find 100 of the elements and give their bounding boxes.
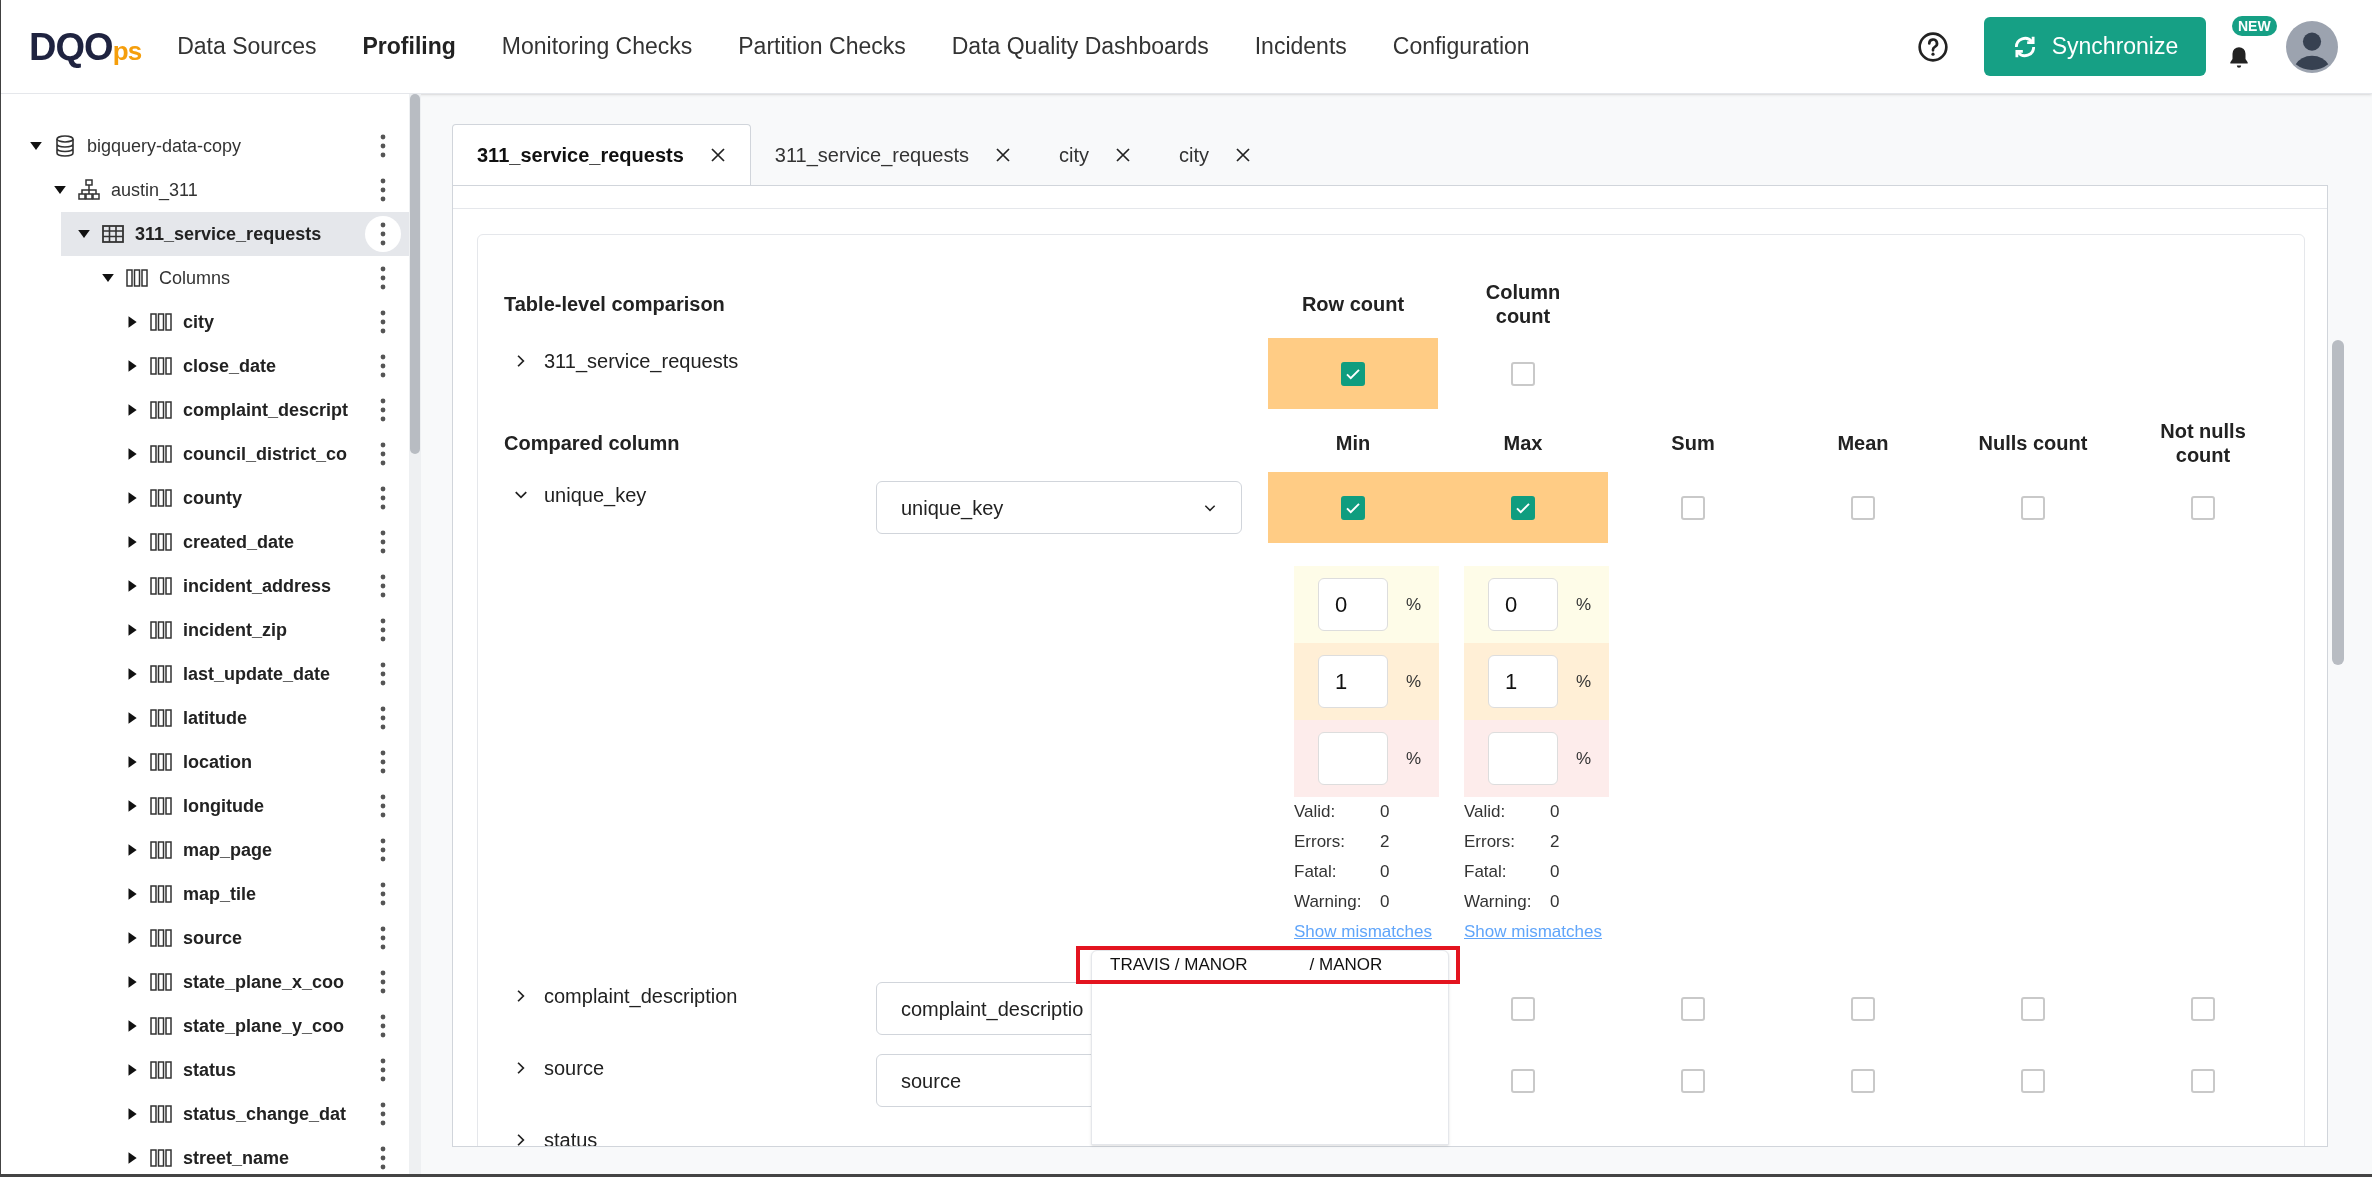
tree-item-label[interactable]: map_tile bbox=[183, 880, 257, 908]
table-grid-icon bbox=[101, 222, 125, 246]
nav-link[interactable]: Data Quality Dashboards bbox=[951, 29, 1209, 64]
columns-icon bbox=[149, 882, 173, 906]
columns-icon bbox=[149, 574, 173, 598]
checkbox[interactable] bbox=[1511, 1068, 1535, 1093]
nav-link[interactable]: Incidents bbox=[1254, 29, 1347, 64]
result-label: Valid: bbox=[1294, 801, 1337, 824]
threshold-input[interactable]: 0 bbox=[1488, 578, 1558, 631]
checkbox[interactable] bbox=[1511, 495, 1535, 520]
checkbox[interactable] bbox=[1341, 495, 1365, 520]
kebab-menu-icon bbox=[380, 530, 386, 554]
checkbox[interactable] bbox=[2021, 495, 2045, 520]
columns-icon bbox=[149, 1014, 173, 1038]
more-button[interactable] bbox=[365, 216, 401, 252]
columns-icon bbox=[149, 750, 173, 774]
nav-link[interactable]: Partition Checks bbox=[738, 29, 906, 64]
threshold-input[interactable]: 1 bbox=[1318, 655, 1388, 708]
tree-item-label[interactable]: complaint_descript bbox=[183, 396, 349, 424]
checkbox[interactable] bbox=[1851, 1068, 1875, 1093]
checkbox[interactable] bbox=[1851, 996, 1875, 1021]
result-label: Valid: bbox=[1464, 801, 1507, 824]
result-value: 2 bbox=[1550, 831, 1560, 854]
tab[interactable]: city bbox=[1155, 124, 1276, 185]
tree-item-label[interactable]: 311_service_requests bbox=[135, 220, 322, 248]
column-header: Column count bbox=[1484, 280, 1562, 328]
checkbox[interactable] bbox=[1681, 495, 1705, 520]
tree-item-label[interactable]: incident_zip bbox=[183, 616, 287, 644]
scrollbar-thumb[interactable] bbox=[410, 94, 420, 454]
tree-item-label[interactable]: state_plane_y_coo bbox=[183, 1012, 345, 1040]
close-icon[interactable] bbox=[1115, 146, 1132, 163]
tree-item-label[interactable]: state_plane_x_coo bbox=[183, 968, 345, 996]
tree-item-label[interactable]: street_name bbox=[183, 1144, 290, 1172]
tree-item-label[interactable]: county bbox=[183, 484, 242, 512]
nav-link[interactable]: Data Sources bbox=[177, 29, 317, 64]
nav-link[interactable]: Configuration bbox=[1392, 29, 1530, 64]
kebab-menu-icon bbox=[380, 750, 386, 774]
checkbox[interactable] bbox=[1341, 361, 1365, 386]
tree-item-label[interactable]: longitude bbox=[183, 792, 264, 820]
unit-label: % bbox=[1406, 670, 1422, 693]
scrollbar-thumb[interactable] bbox=[2332, 340, 2344, 665]
tree-item-label[interactable]: created_date bbox=[183, 528, 295, 556]
tree-item-label[interactable]: incident_address bbox=[183, 572, 332, 600]
tab[interactable]: city bbox=[1035, 124, 1156, 185]
columns-icon bbox=[149, 442, 173, 466]
help-icon[interactable] bbox=[1917, 30, 1949, 63]
close-icon[interactable] bbox=[1235, 146, 1252, 163]
tab[interactable]: 311_service_requests bbox=[750, 124, 1036, 185]
unit-label: % bbox=[1576, 747, 1592, 770]
checkbox[interactable] bbox=[2021, 996, 2045, 1021]
tree-item-label[interactable]: location bbox=[183, 748, 252, 776]
result-value: 0 bbox=[1550, 891, 1560, 914]
tree-item-label[interactable]: bigquery-data-copy bbox=[87, 132, 242, 160]
threshold-input[interactable]: 1 bbox=[1488, 655, 1558, 708]
result-label: Errors: bbox=[1464, 831, 1516, 854]
columns-icon bbox=[149, 1058, 173, 1082]
result-value: 0 bbox=[1380, 891, 1390, 914]
kebab-menu-icon bbox=[380, 310, 386, 334]
tree-item-label[interactable]: latitude bbox=[183, 704, 247, 732]
close-icon[interactable] bbox=[709, 147, 726, 163]
tree-item-label[interactable]: city bbox=[183, 308, 215, 336]
column-select[interactable]: unique_key bbox=[876, 481, 1242, 534]
avatar-icon[interactable] bbox=[2286, 20, 2338, 73]
result-label: Fatal: bbox=[1464, 861, 1508, 884]
row-label: source bbox=[544, 1056, 605, 1081]
tree-item-label[interactable]: status bbox=[183, 1056, 236, 1084]
threshold-input[interactable] bbox=[1318, 732, 1388, 785]
tree-item-label[interactable]: map_page bbox=[183, 836, 273, 864]
threshold-input[interactable]: 0 bbox=[1318, 578, 1388, 631]
section-title: Table-level comparison bbox=[504, 292, 726, 317]
tree-item-label[interactable]: council_district_co bbox=[183, 440, 348, 468]
threshold-input[interactable] bbox=[1488, 732, 1558, 785]
kebab-menu-icon bbox=[380, 882, 386, 906]
tree-item-label[interactable]: austin_311 bbox=[111, 176, 198, 204]
tree-item-label[interactable]: status_change_dat bbox=[183, 1100, 347, 1128]
checkbox[interactable] bbox=[1681, 1068, 1705, 1093]
tree-item-label[interactable]: Columns bbox=[159, 264, 231, 292]
close-icon[interactable] bbox=[995, 146, 1012, 163]
checkbox[interactable] bbox=[2021, 1068, 2045, 1093]
popup-text: / MANOR bbox=[1309, 954, 1383, 977]
row-label: unique_key bbox=[544, 483, 647, 508]
result-label: Errors: bbox=[1294, 831, 1346, 854]
checkbox[interactable] bbox=[1681, 996, 1705, 1021]
unit-label: % bbox=[1406, 747, 1422, 770]
checkbox[interactable] bbox=[1851, 495, 1875, 520]
nav-link[interactable]: Profiling bbox=[362, 29, 456, 64]
checkbox[interactable] bbox=[1511, 996, 1535, 1021]
tree-item-label[interactable]: close_date bbox=[183, 352, 277, 380]
checkbox[interactable] bbox=[2191, 495, 2215, 520]
checkbox[interactable] bbox=[2191, 996, 2215, 1021]
checkbox[interactable] bbox=[1511, 361, 1535, 386]
nav-link[interactable]: Monitoring Checks bbox=[501, 29, 693, 64]
tree-item-label[interactable]: last_update_date bbox=[183, 660, 331, 688]
tree-item-label[interactable]: source bbox=[183, 924, 243, 952]
checkbox[interactable] bbox=[2191, 1068, 2215, 1093]
result-label: Fatal: bbox=[1294, 861, 1338, 884]
column-header: Max bbox=[1502, 431, 1544, 455]
kebab-menu-icon bbox=[380, 1102, 386, 1126]
columns-icon bbox=[149, 1102, 173, 1126]
tab[interactable]: 311_service_requests bbox=[452, 124, 751, 185]
